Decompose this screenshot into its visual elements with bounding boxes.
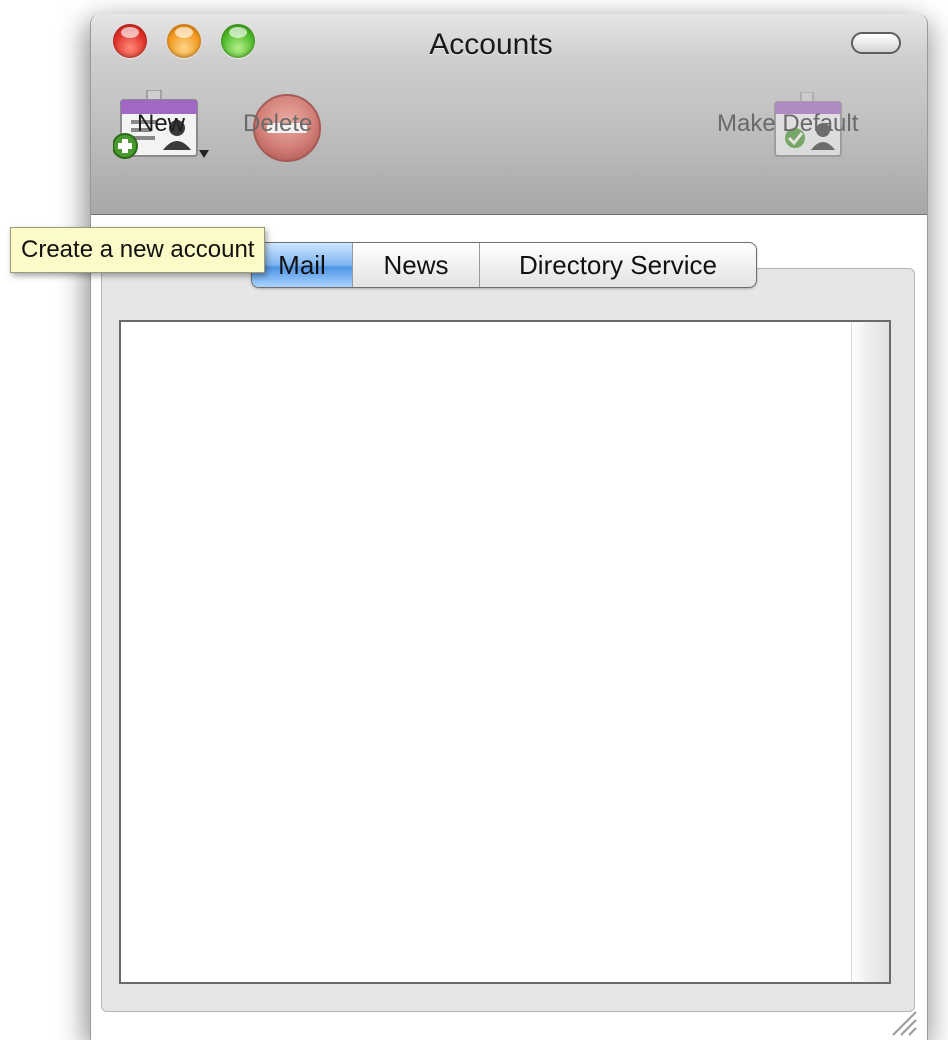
account-list[interactable] xyxy=(119,320,891,984)
toolbar-toggle-button[interactable] xyxy=(851,32,901,54)
unified-titlebar-toolbar: Accounts New Delete Make Default xyxy=(91,14,927,215)
make-default-button-label: Make Default xyxy=(717,110,859,137)
tab-mail[interactable]: Mail xyxy=(252,243,352,287)
new-button-label: New xyxy=(137,110,186,137)
window-title: Accounts xyxy=(429,28,553,61)
tab-news[interactable]: News xyxy=(352,243,479,287)
delete-button-label: Delete xyxy=(243,110,313,137)
tab-directory-service[interactable]: Directory Service xyxy=(479,243,756,287)
accounts-window: Accounts New Delete Make Default Mail Ne… xyxy=(90,14,928,1040)
resize-grip-icon[interactable] xyxy=(887,1006,917,1036)
vertical-scrollbar[interactable] xyxy=(851,322,889,982)
new-account-tooltip: Create a new account xyxy=(10,227,266,273)
account-type-tabs: Mail News Directory Service xyxy=(251,242,757,288)
